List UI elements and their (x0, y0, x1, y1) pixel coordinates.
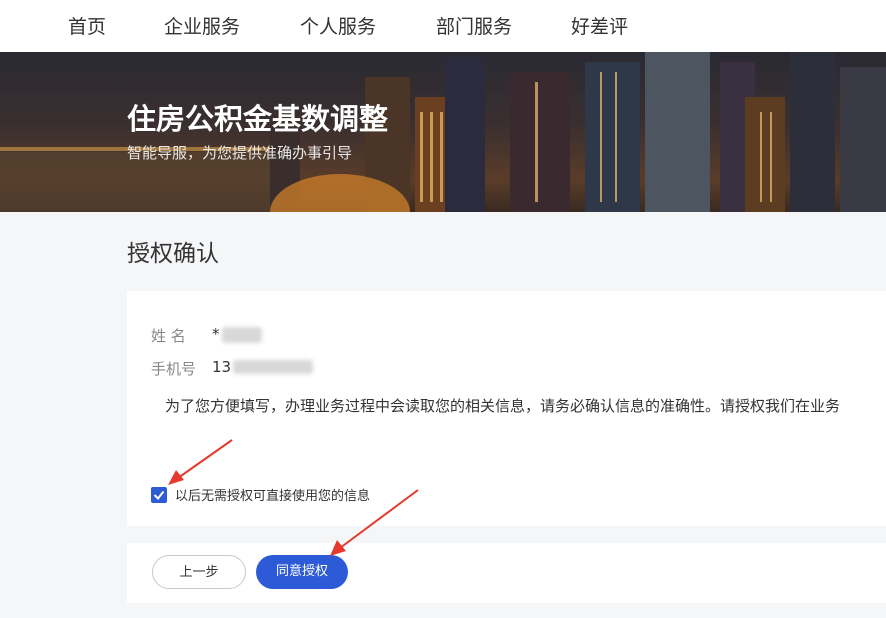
name-value: * (212, 325, 220, 343)
banner-subtitle: 智能导服，为您提供准确办事引导 (127, 144, 353, 162)
remember-authorization-checkbox[interactable] (151, 487, 167, 503)
top-navigation: 首页 企业服务 个人服务 部门服务 好差评 (0, 0, 886, 52)
authorization-notice: 为了您方便填写，办理业务过程中会读取您的相关信息，请务必确认信息的准确性。请授权… (165, 397, 841, 415)
redacted-name (222, 327, 262, 343)
phone-label: 手机号 (151, 360, 197, 378)
nav-item-personal-services[interactable]: 个人服务 (300, 12, 376, 39)
nav-item-enterprise-services[interactable]: 企业服务 (164, 12, 240, 39)
authorization-card: 姓 名 * 手机号 13 为了您方便填写，办理业务过程中会读取您的相关信息，请务… (127, 291, 886, 526)
previous-step-button[interactable]: 上一步 (152, 555, 246, 589)
hero-banner: 住房公积金基数调整 智能导服，为您提供准确办事引导 (0, 52, 886, 212)
name-label: 姓 名 (151, 327, 186, 345)
action-bar: 上一步 同意授权 (127, 543, 886, 603)
redacted-phone (233, 360, 313, 374)
nav-item-home[interactable]: 首页 (68, 12, 106, 39)
page-title: 授权确认 (127, 241, 219, 267)
nav-item-reviews[interactable]: 好差评 (571, 12, 628, 39)
remember-authorization-label[interactable]: 以后无需授权可直接使用您的信息 (175, 485, 370, 504)
nav-item-department-services[interactable]: 部门服务 (436, 12, 512, 39)
banner-title: 住房公积金基数调整 (127, 102, 389, 136)
phone-value: 13 (212, 358, 232, 376)
agree-authorization-button[interactable]: 同意授权 (256, 555, 348, 589)
checkmark-icon (153, 490, 165, 501)
